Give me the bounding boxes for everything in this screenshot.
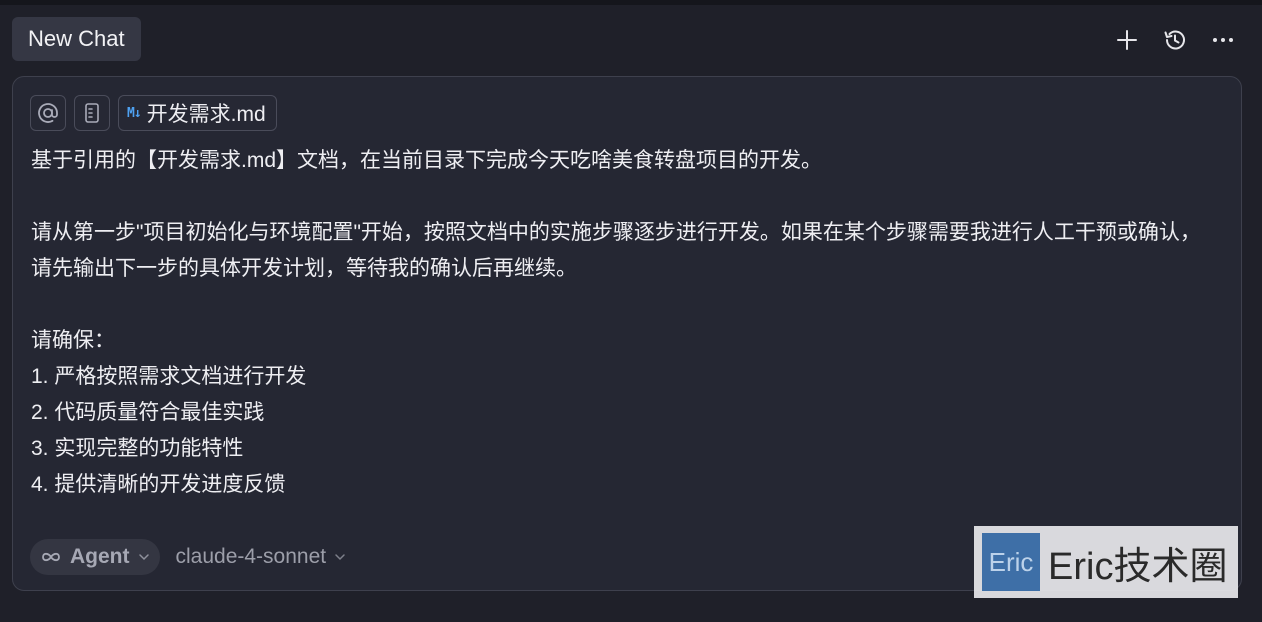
mode-label: Agent bbox=[70, 545, 130, 568]
at-icon bbox=[38, 103, 58, 123]
prompt-input[interactable]: 基于引用的【开发需求.md】文档，在当前目录下完成今天吃啥美食转盘项目的开发。 … bbox=[31, 143, 1221, 503]
history-button[interactable] bbox=[1158, 23, 1192, 57]
document-context-button[interactable] bbox=[74, 95, 110, 131]
history-icon bbox=[1164, 30, 1185, 50]
context-chips: M↓ 开发需求.md bbox=[30, 95, 277, 131]
watermark: Eric Eric技术圈 bbox=[974, 526, 1238, 598]
chevron-down-icon bbox=[335, 554, 345, 561]
mention-button[interactable] bbox=[30, 95, 66, 131]
model-label: claude-4-sonnet bbox=[175, 545, 327, 568]
plus-icon bbox=[1117, 30, 1137, 50]
mode-selector[interactable]: Agent bbox=[30, 539, 160, 575]
markdown-icon: M↓ bbox=[127, 105, 142, 121]
context-file-chip[interactable]: M↓ 开发需求.md bbox=[118, 95, 277, 131]
more-icon bbox=[1213, 38, 1233, 42]
chevron-down-icon bbox=[138, 554, 149, 561]
composer-footer: Agent claude-4-sonnet bbox=[30, 539, 346, 575]
chat-composer: M↓ 开发需求.md 基于引用的【开发需求.md】文档，在当前目录下完成今天吃啥… bbox=[12, 76, 1242, 591]
infinity-icon bbox=[42, 552, 60, 562]
watermark-text: Eric技术圈 bbox=[1048, 545, 1228, 588]
more-options-button[interactable] bbox=[1206, 23, 1240, 57]
header-actions bbox=[1110, 22, 1240, 58]
new-chat-button[interactable] bbox=[1110, 23, 1144, 57]
window-top-strip bbox=[0, 0, 1262, 5]
watermark-logo: Eric bbox=[982, 533, 1040, 591]
model-selector[interactable]: claude-4-sonnet bbox=[176, 545, 347, 569]
file-name: 开发需求.md bbox=[146, 103, 266, 126]
tab-new-chat[interactable]: New Chat bbox=[12, 17, 141, 61]
document-icon bbox=[85, 103, 99, 123]
